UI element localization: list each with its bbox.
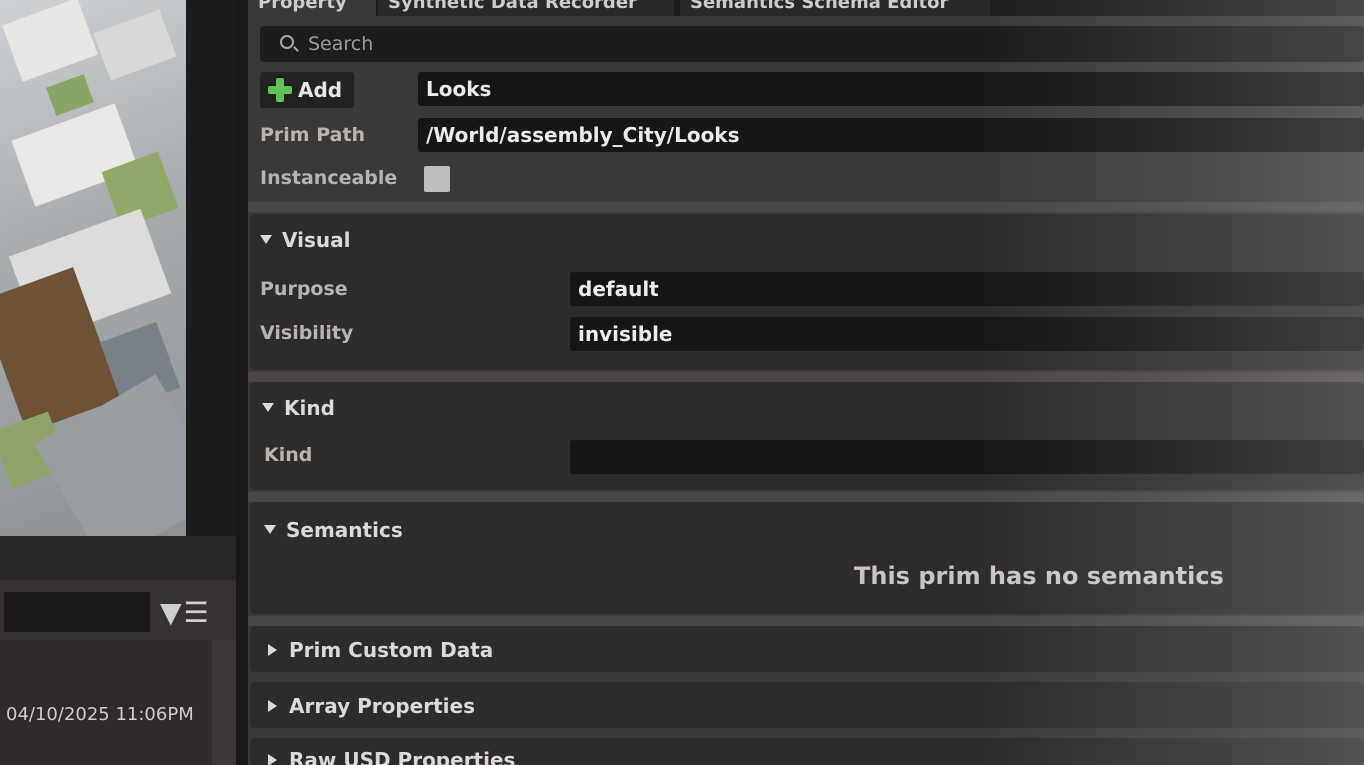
viewport-footer bbox=[0, 536, 240, 580]
array-properties-title: Array Properties bbox=[289, 694, 475, 718]
plus-icon bbox=[266, 76, 294, 104]
array-properties-section[interactable]: Array Properties bbox=[250, 682, 1364, 728]
menu-icon[interactable]: ☰ bbox=[184, 596, 211, 629]
panel-divider[interactable] bbox=[236, 0, 248, 765]
section-separator bbox=[248, 202, 1364, 212]
stage-search-input[interactable] bbox=[4, 592, 150, 632]
section-separator bbox=[248, 616, 1364, 626]
prim-custom-data-section[interactable]: Prim Custom Data bbox=[250, 626, 1364, 672]
raw-usd-properties-section[interactable]: Raw USD Properties bbox=[250, 738, 1364, 765]
chevron-down-icon bbox=[260, 235, 272, 244]
kind-section: Kind Kind bbox=[250, 382, 1364, 490]
visual-section-title: Visual bbox=[282, 228, 351, 252]
add-button-label: Add bbox=[298, 78, 343, 102]
prim-path-field[interactable]: /World/assembly_City/Looks bbox=[418, 118, 1364, 152]
chevron-right-icon bbox=[268, 753, 277, 765]
green-patch bbox=[46, 74, 94, 116]
chevron-down-icon bbox=[262, 403, 274, 412]
tab-property[interactable]: Property bbox=[248, 0, 376, 16]
stage-toolbar: ▼☰ bbox=[160, 596, 211, 629]
semantics-section-title: Semantics bbox=[286, 518, 403, 542]
prim-path-label: Prim Path bbox=[260, 124, 366, 146]
semantics-section: Semantics bbox=[250, 502, 1364, 614]
kind-label: Kind bbox=[264, 444, 313, 466]
stage-list[interactable] bbox=[0, 640, 212, 765]
visual-section: Visual Purpose default Visibility invisi… bbox=[250, 214, 1364, 370]
kind-section-title: Kind bbox=[284, 396, 335, 420]
array-properties-header[interactable]: Array Properties bbox=[268, 694, 475, 718]
add-button[interactable]: Add bbox=[260, 72, 354, 108]
purpose-label: Purpose bbox=[260, 278, 348, 300]
tab-semantics-schema-editor[interactable]: Semantics Schema Editor bbox=[680, 0, 990, 16]
visual-section-header[interactable]: Visual bbox=[260, 228, 350, 252]
raw-usd-properties-title: Raw USD Properties bbox=[289, 748, 516, 765]
building-roof bbox=[2, 0, 98, 82]
semantics-section-header[interactable]: Semantics bbox=[264, 518, 403, 542]
chevron-right-icon bbox=[268, 699, 277, 712]
search-bar[interactable] bbox=[260, 26, 1364, 62]
chevron-down-icon bbox=[264, 525, 276, 534]
chevron-right-icon bbox=[268, 643, 277, 656]
viewport[interactable] bbox=[0, 0, 186, 536]
visibility-dropdown[interactable]: invisible bbox=[570, 317, 1364, 351]
prim-custom-data-title: Prim Custom Data bbox=[289, 638, 494, 662]
raw-usd-properties-header[interactable]: Raw USD Properties bbox=[268, 748, 515, 765]
visibility-label: Visibility bbox=[260, 322, 354, 344]
stage-timestamp: 04/10/2025 11:06PM bbox=[6, 704, 194, 725]
prim-custom-data-header[interactable]: Prim Custom Data bbox=[268, 638, 493, 662]
section-separator bbox=[248, 372, 1364, 382]
search-input[interactable] bbox=[308, 30, 908, 58]
property-panel: Property Synthetic Data Recorder Semanti… bbox=[248, 0, 1364, 765]
purpose-dropdown[interactable]: default bbox=[570, 272, 1364, 306]
section-separator bbox=[248, 492, 1364, 502]
no-semantics-message: This prim has no semantics bbox=[854, 562, 1224, 590]
kind-dropdown[interactable] bbox=[570, 440, 1364, 474]
instanceable-label: Instanceable bbox=[260, 167, 398, 189]
viewport-frame bbox=[186, 0, 236, 536]
prim-name-field[interactable]: Looks bbox=[418, 72, 1364, 106]
tab-bar: Property Synthetic Data Recorder Semanti… bbox=[248, 0, 1364, 16]
filter-icon[interactable]: ▼ bbox=[160, 596, 184, 629]
tab-synthetic-data-recorder[interactable]: Synthetic Data Recorder bbox=[378, 0, 674, 16]
building-roof bbox=[93, 9, 177, 81]
instanceable-checkbox[interactable] bbox=[424, 166, 450, 192]
kind-section-header[interactable]: Kind bbox=[262, 396, 335, 420]
search-icon bbox=[280, 35, 294, 49]
